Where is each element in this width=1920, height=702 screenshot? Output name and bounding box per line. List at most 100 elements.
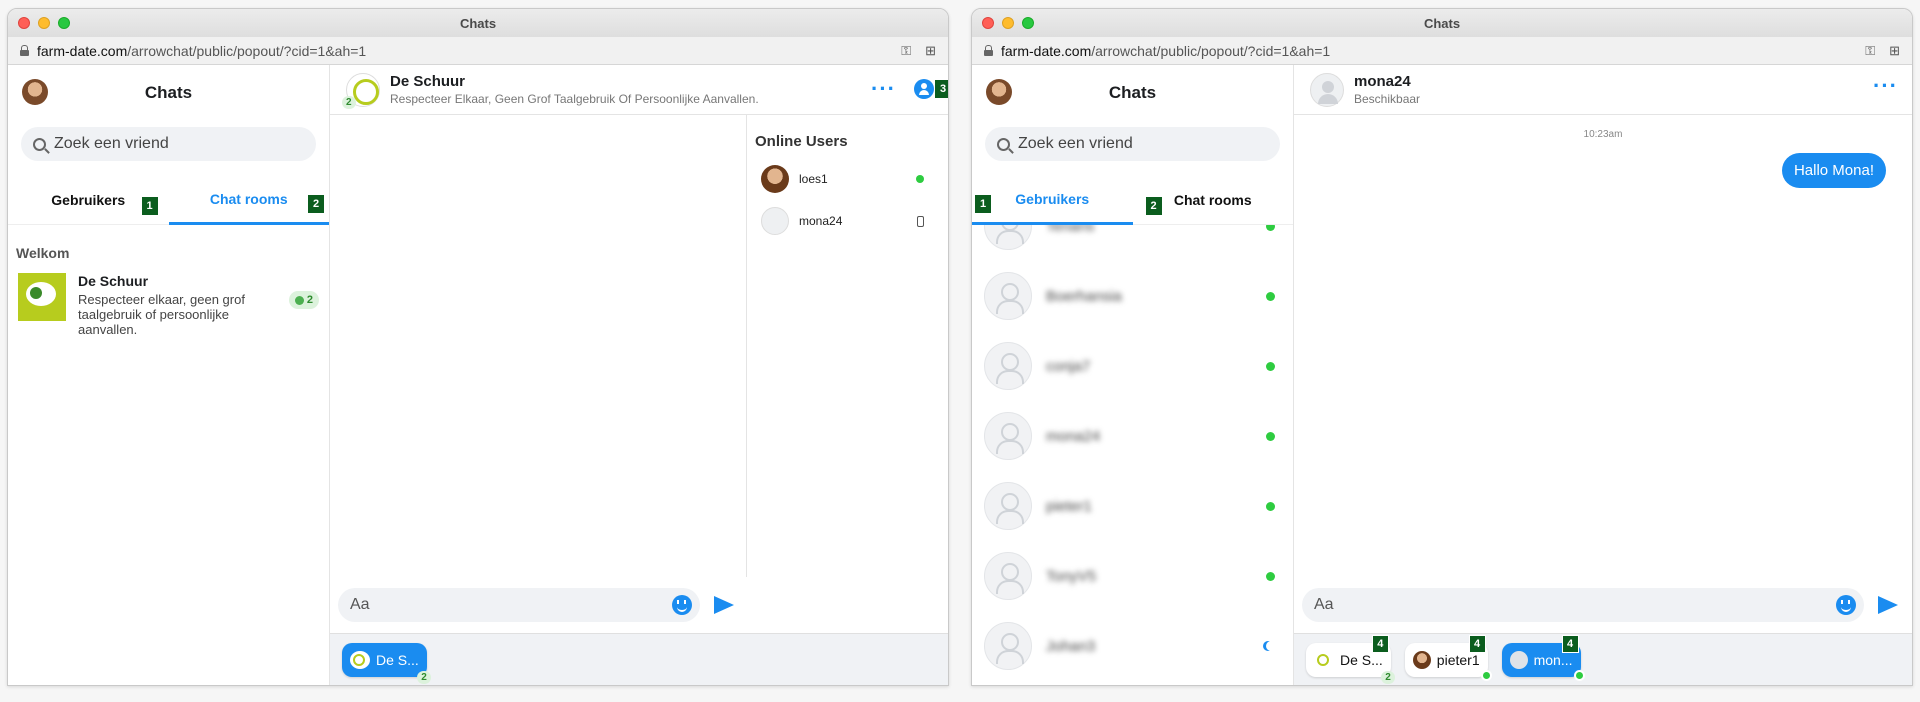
close-window-button[interactable] <box>982 17 994 29</box>
online-users-panel: Online Users loes1 mona24 <box>746 115 948 577</box>
list-item[interactable]: TonyV5 <box>972 541 1293 611</box>
translate-icon[interactable]: ⊞ <box>1889 43 1900 59</box>
address-bar[interactable]: farm-date.com/arrowchat/public/popout/?c… <box>972 37 1912 65</box>
dock-chat-tab[interactable]: pieter1 4 <box>1404 634 1492 681</box>
dock-chat-tab[interactable]: De S... 2 <box>342 642 431 684</box>
tab-users[interactable]: Gebruikers 1 <box>972 175 1133 225</box>
zoom-window-button[interactable] <box>58 17 70 29</box>
chat-header-subtitle: Beschikbaar <box>1354 92 1421 106</box>
online-status-icon <box>1266 291 1275 301</box>
avatar <box>984 482 1032 530</box>
chat-header: 2 De Schuur Respecteer Elkaar, Geen Grof… <box>330 65 948 115</box>
message-input[interactable]: Aa <box>1302 588 1864 622</box>
left-window: Chats farm-date.com/arrowchat/public/pop… <box>7 8 949 686</box>
minimize-window-button[interactable] <box>38 17 50 29</box>
address-bar[interactable]: farm-date.com/arrowchat/public/popout/?c… <box>8 37 948 65</box>
annotation-badge: 4 <box>1371 634 1389 653</box>
room-avatar <box>350 650 370 669</box>
key-icon[interactable]: ⚿ <box>901 43 911 59</box>
address-tools: ⚿ ⊞ <box>901 43 936 59</box>
annotation-badge: 4 <box>1561 634 1579 653</box>
close-window-button[interactable] <box>18 17 30 29</box>
online-status-icon <box>1266 431 1275 441</box>
chat-panel: mona24 Beschikbaar ··· 10:23am Hallo Mon… <box>1294 65 1912 685</box>
list-item[interactable]: Boerhansia <box>972 261 1293 331</box>
title-bar: Chats <box>8 9 948 37</box>
list-item[interactable]: mona24 <box>972 401 1293 471</box>
window-controls <box>982 17 1034 29</box>
zoom-window-button[interactable] <box>1022 17 1034 29</box>
message-area: 10:23am Hallo Mona! <box>1294 115 1912 577</box>
user-avatar <box>1310 72 1344 107</box>
search-placeholder: Zoek een vriend <box>54 135 169 152</box>
dock-chat-label: mon... <box>1533 651 1573 668</box>
message-input[interactable]: Aa <box>338 588 700 622</box>
dock-chat-tab[interactable]: De S... 2 4 <box>1306 634 1395 684</box>
chat-header-subtitle: Respecteer Elkaar, Geen Grof Taalgebruik… <box>390 92 759 106</box>
user-list: Tenaris Boerhansia conja7 mona24 pieter1… <box>972 202 1293 681</box>
sidebar: Tenaris Boerhansia conja7 mona24 pieter1… <box>972 65 1294 685</box>
chat-header: mona24 Beschikbaar ··· <box>1294 65 1912 115</box>
annotation-badge: 2 <box>1144 196 1163 216</box>
right-window: Chats farm-date.com/arrowchat/public/pop… <box>971 8 1913 686</box>
room-description: Respecteer elkaar, geen grof taalgebruik… <box>78 292 245 337</box>
my-avatar[interactable] <box>22 79 48 105</box>
tab-chat-rooms-label: Chat rooms <box>209 190 288 207</box>
online-status-icon <box>916 175 924 183</box>
window-title: Chats <box>459 15 497 31</box>
chat-panel: 2 De Schuur Respecteer Elkaar, Geen Grof… <box>330 65 948 685</box>
room-list-item[interactable]: De Schuur Respecteer elkaar, geen grof t… <box>8 267 329 343</box>
my-avatar[interactable] <box>986 79 1012 105</box>
list-item[interactable]: Johan3 <box>972 611 1293 681</box>
user-name: mona24 <box>1046 427 1101 445</box>
search-input[interactable]: Zoek een vriend <box>985 127 1280 161</box>
online-users-title: Online Users <box>755 133 848 150</box>
more-options-icon[interactable]: ··· <box>871 78 896 100</box>
send-icon[interactable] <box>1878 596 1898 614</box>
user-list-icon[interactable] <box>914 79 934 99</box>
send-icon[interactable] <box>714 596 734 614</box>
dock-chat-tab[interactable]: mon... 4 <box>1501 634 1585 681</box>
avatar <box>1412 650 1431 669</box>
chat-dock: De S... 2 4 pieter1 4 mon... 4 <box>1294 633 1912 685</box>
room-logo <box>18 273 66 321</box>
online-user[interactable]: mona24 <box>755 200 940 242</box>
avatar <box>984 412 1032 460</box>
user-name: Johan3 <box>1046 637 1096 655</box>
avatar <box>984 622 1032 670</box>
search-input[interactable]: Zoek een vriend <box>21 127 316 161</box>
sidebar-tabs: Gebruikers 1 Chat rooms 2 <box>8 175 329 225</box>
user-name: conja7 <box>1046 357 1091 375</box>
emoji-icon[interactable] <box>672 595 692 615</box>
user-name: pieter1 <box>1046 497 1092 515</box>
avatar <box>984 552 1032 600</box>
chat-header-name: De Schuur <box>390 73 466 90</box>
title-bar: Chats <box>972 9 1912 37</box>
room-name: De Schuur <box>78 273 149 289</box>
tab-users[interactable]: Gebruikers 1 <box>8 175 169 225</box>
room-member-count: 2 <box>288 291 319 309</box>
online-user[interactable]: loes1 <box>755 158 940 200</box>
emoji-icon[interactable] <box>1836 595 1856 615</box>
key-icon[interactable]: ⚿ <box>1865 43 1875 59</box>
annotation-badge: 3 <box>934 79 948 99</box>
list-item[interactable]: pieter1 <box>972 471 1293 541</box>
header-member-count: 2 <box>342 96 356 109</box>
annotation-badge: 2 <box>307 194 325 214</box>
avatar <box>761 165 789 193</box>
chat-dock: De S... 2 <box>330 633 948 685</box>
more-options-icon[interactable]: ··· <box>1873 75 1898 97</box>
online-user-name: loes1 <box>799 172 828 186</box>
minimize-window-button[interactable] <box>1002 17 1014 29</box>
dock-member-count: 2 <box>417 670 431 684</box>
address-tools: ⚿ ⊞ <box>1865 43 1900 59</box>
dock-chat-label: pieter1 <box>1436 651 1480 668</box>
translate-icon[interactable]: ⊞ <box>925 43 936 59</box>
annotation-badge: 1 <box>974 194 992 214</box>
avatar <box>1509 650 1528 669</box>
search-icon <box>997 137 1010 151</box>
sidebar-header: Chats <box>972 65 1293 121</box>
tab-chat-rooms[interactable]: Chat rooms 2 <box>1132 175 1293 225</box>
list-item[interactable]: conja7 <box>972 331 1293 401</box>
tab-chat-rooms[interactable]: Chat rooms 2 <box>168 175 329 225</box>
